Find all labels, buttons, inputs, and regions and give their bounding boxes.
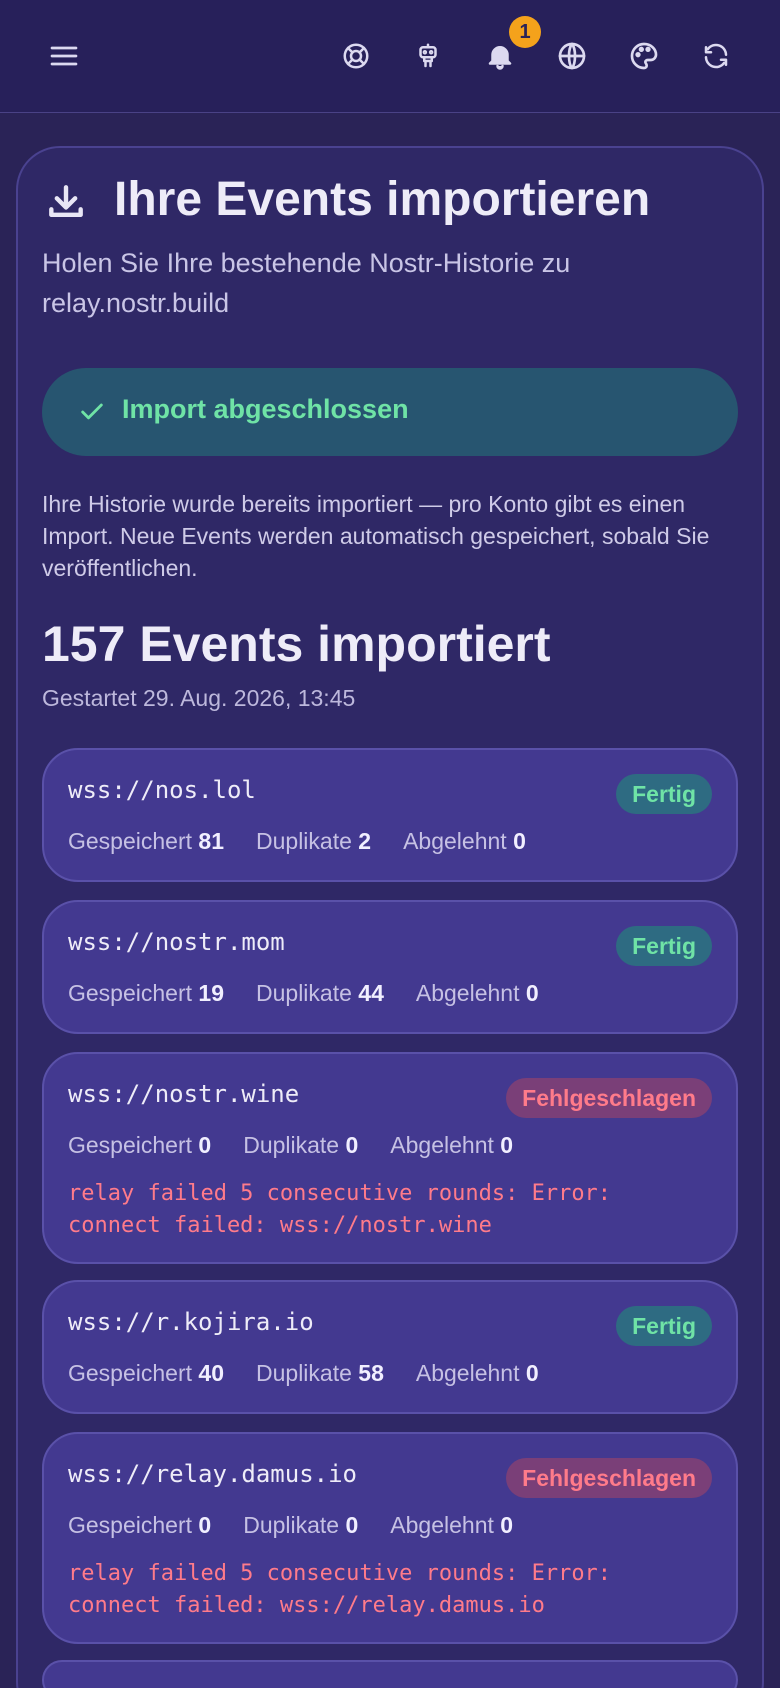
duplicates-count-value: 0 <box>345 1512 359 1538</box>
robot-icon[interactable] <box>406 34 450 78</box>
rejected-count-label: Abgelehnt <box>403 828 514 854</box>
check-icon <box>78 398 106 426</box>
rejected-count-label: Abgelehnt <box>390 1132 501 1158</box>
relay-error-message: relay failed 5 consecutive rounds: Error… <box>68 1561 612 1618</box>
duplicates-count: Duplikate 58 <box>256 1360 384 1386</box>
saved-count-value: 19 <box>198 980 224 1006</box>
relay-url: wss://relay.damus.io <box>68 1460 357 1488</box>
relay-card: wss://relay.damus.io Fehlgeschlagen Gespei… <box>42 1432 738 1644</box>
duplicates-count: Duplikate 2 <box>256 828 371 854</box>
saved-count-label: Gespeichert <box>68 1512 199 1538</box>
rejected-count: Abgelehnt 0 <box>403 828 526 854</box>
rejected-count-value: 0 <box>513 828 526 854</box>
rejected-count-value: 0 <box>500 1132 514 1158</box>
saved-count: Gespeichert 81 <box>68 828 224 854</box>
started-timestamp: Gestartet 29. Aug. 2026, 13:45 <box>42 685 356 711</box>
duplicates-count-value: 2 <box>358 828 372 854</box>
saved-count: Gespeichert 0 <box>68 1512 211 1538</box>
rejected-count: Abgelehnt 0 <box>390 1132 513 1158</box>
events-imported-total: 157 Events importiert <box>42 616 551 672</box>
rejected-count-value: 0 <box>500 1512 514 1538</box>
status-badge: Fehlgeschlagen <box>506 1458 712 1498</box>
lifebuoy-icon[interactable] <box>334 34 378 78</box>
status-badge: Fertig <box>616 774 712 814</box>
relay-card: wss://nos.lol Fertig Gespeichert 81 Duplika… <box>42 748 738 882</box>
palette-icon[interactable] <box>622 34 666 78</box>
relay-stats: Gespeichert 40 Duplikate 58 Abgelehnt 0 <box>68 1360 571 1387</box>
saved-count-label: Gespeichert <box>68 828 199 854</box>
saved-count-label: Gespeichert <box>68 980 199 1006</box>
saved-count-label: Gespeichert <box>68 1132 199 1158</box>
rejected-count-label: Abgelehnt <box>415 980 526 1006</box>
refresh-icon[interactable] <box>694 34 738 78</box>
download-icon <box>44 180 88 224</box>
top-bar: 1 <box>0 0 780 113</box>
duplicates-count-value: 0 <box>345 1132 359 1158</box>
relay-url: wss://nostr.wine <box>68 1080 300 1108</box>
rejected-count-label: Abgelehnt <box>415 1360 526 1386</box>
saved-count-label: Gespeichert <box>68 1360 199 1386</box>
rejected-count-label: Abgelehnt <box>390 1512 501 1538</box>
relay-stats: Gespeichert 81 Duplikate 2 Abgelehnt 0 <box>68 828 558 855</box>
relay-url: wss://nos.lol <box>68 776 256 804</box>
relay-card: wss://nostr.wine Fehlgeschlagen Gespeicher… <box>42 1052 738 1264</box>
relay-card: wss://nostr.mom Fertig Gespeichert 19 Dupli… <box>42 900 738 1034</box>
status-badge: Fertig <box>616 1306 712 1346</box>
duplicates-count-label: Duplikate <box>256 1360 359 1386</box>
duplicates-count-value: 58 <box>358 1360 384 1386</box>
duplicates-count: Duplikate 44 <box>256 980 384 1006</box>
menu-icon[interactable] <box>42 34 86 78</box>
saved-count-value: 0 <box>198 1512 212 1538</box>
duplicates-count-value: 44 <box>358 980 384 1006</box>
import-description: Ihre Historie wurde bereits importiert —… <box>42 491 710 581</box>
rejected-count: Abgelehnt 0 <box>416 1360 539 1386</box>
saved-count-value: 40 <box>198 1360 224 1386</box>
saved-count: Gespeichert 0 <box>68 1132 211 1158</box>
relay-stats: Gespeichert 0 Duplikate 0 Abgelehnt 0 <box>68 1132 545 1159</box>
duplicates-count: Duplikate 0 <box>243 1512 358 1538</box>
duplicates-count-label: Duplikate <box>256 828 359 854</box>
relay-card: wss://r.kojira.io Fertig Gespeichert 40 Dup… <box>42 1280 738 1414</box>
relay-card <box>42 1660 738 1688</box>
import-complete-banner: Import abgeschlossen <box>42 368 738 456</box>
duplicates-count-label: Duplikate <box>256 980 359 1006</box>
import-complete-label: Import abgeschlossen <box>122 394 409 424</box>
status-badge: Fertig <box>616 926 712 966</box>
duplicates-count-label: Duplikate <box>243 1512 346 1538</box>
page-subtitle: Holen Sie Ihre bestehende Nostr-Historie… <box>42 248 571 318</box>
relay-error-message: relay failed 5 consecutive rounds: Error… <box>68 1181 612 1238</box>
rejected-count-value: 0 <box>525 1360 539 1386</box>
relay-url: wss://nostr.mom <box>68 928 285 956</box>
rejected-count: Abgelehnt 0 <box>416 980 539 1006</box>
duplicates-count: Duplikate 0 <box>243 1132 358 1158</box>
saved-count-value: 81 <box>198 828 224 854</box>
status-badge: Fehlgeschlagen <box>506 1078 712 1118</box>
relay-url: wss://r.kojira.io <box>68 1308 314 1336</box>
rejected-count: Abgelehnt 0 <box>390 1512 513 1538</box>
globe-icon[interactable] <box>550 34 594 78</box>
page-title: Ihre Events importieren <box>114 173 651 226</box>
relay-stats: Gespeichert 19 Duplikate 44 Abgelehnt 0 <box>68 980 571 1007</box>
saved-count: Gespeichert 19 <box>68 980 224 1006</box>
duplicates-count-label: Duplikate <box>243 1132 346 1158</box>
saved-count-value: 0 <box>198 1132 212 1158</box>
saved-count: Gespeichert 40 <box>68 1360 224 1386</box>
relay-stats: Gespeichert 0 Duplikate 0 Abgelehnt 0 <box>68 1512 545 1539</box>
notification-badge: 1 <box>509 16 541 48</box>
rejected-count-value: 0 <box>525 980 539 1006</box>
